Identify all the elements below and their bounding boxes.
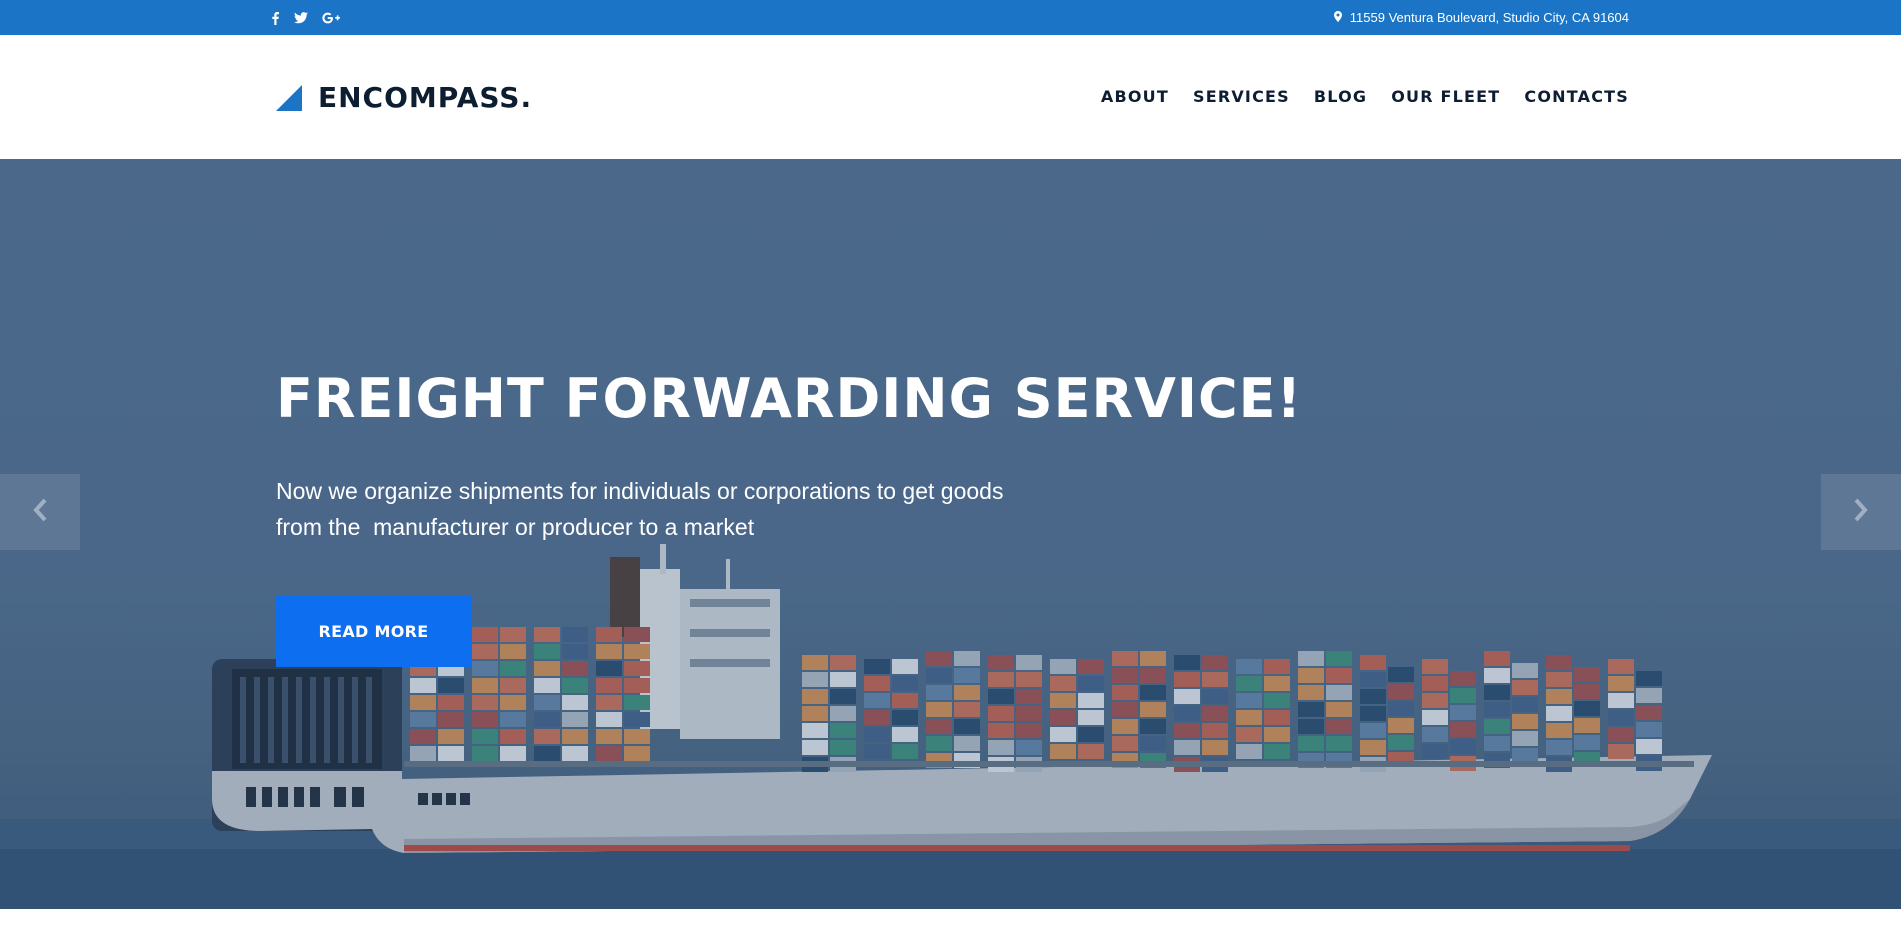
logo-text: ENCOMPASS. [318,81,533,114]
slider-next-button[interactable] [1821,474,1901,550]
hero-subtitle: Now we organize shipments for individual… [276,473,1076,545]
nav-about[interactable]: ABOUT [1101,87,1169,106]
hero-subtitle-line-2: from the manufacturer or producer to a m… [276,514,755,540]
nav-services[interactable]: SERVICES [1193,87,1290,106]
nav-contacts[interactable]: CONTACTS [1524,87,1629,106]
logo[interactable]: ENCOMPASS. [276,81,532,114]
nav-our-fleet[interactable]: OUR FLEET [1391,87,1500,106]
slider-prev-button[interactable] [0,474,80,550]
main-nav: ABOUT SERVICES BLOG OUR FLEET CONTACTS [1101,87,1629,106]
read-more-button[interactable]: READ MORE [276,595,471,667]
twitter-icon[interactable] [294,0,308,35]
chevron-left-icon [32,498,48,527]
nav-blog[interactable]: BLOG [1314,87,1367,106]
google-plus-icon[interactable] [322,0,340,35]
hero-subtitle-line-1: Now we organize shipments for individual… [276,478,1004,504]
chevron-right-icon [1853,498,1869,527]
hero-title: FREIGHT FORWARDING SERVICE! [276,367,1303,430]
site-header: ENCOMPASS. ABOUT SERVICES BLOG OUR FLEET… [0,35,1901,159]
facebook-icon[interactable] [270,0,280,35]
address: 11559 Ventura Boulevard, Studio City, CA… [1333,0,1629,35]
logo-mark-icon [276,84,302,111]
map-pin-icon [1333,10,1342,25]
social-links [270,0,340,35]
hero-slider: FREIGHT FORWARDING SERVICE! Now we organ… [0,159,1901,909]
top-bar: 11559 Ventura Boulevard, Studio City, CA… [0,0,1901,35]
address-text: 11559 Ventura Boulevard, Studio City, CA… [1349,10,1629,25]
